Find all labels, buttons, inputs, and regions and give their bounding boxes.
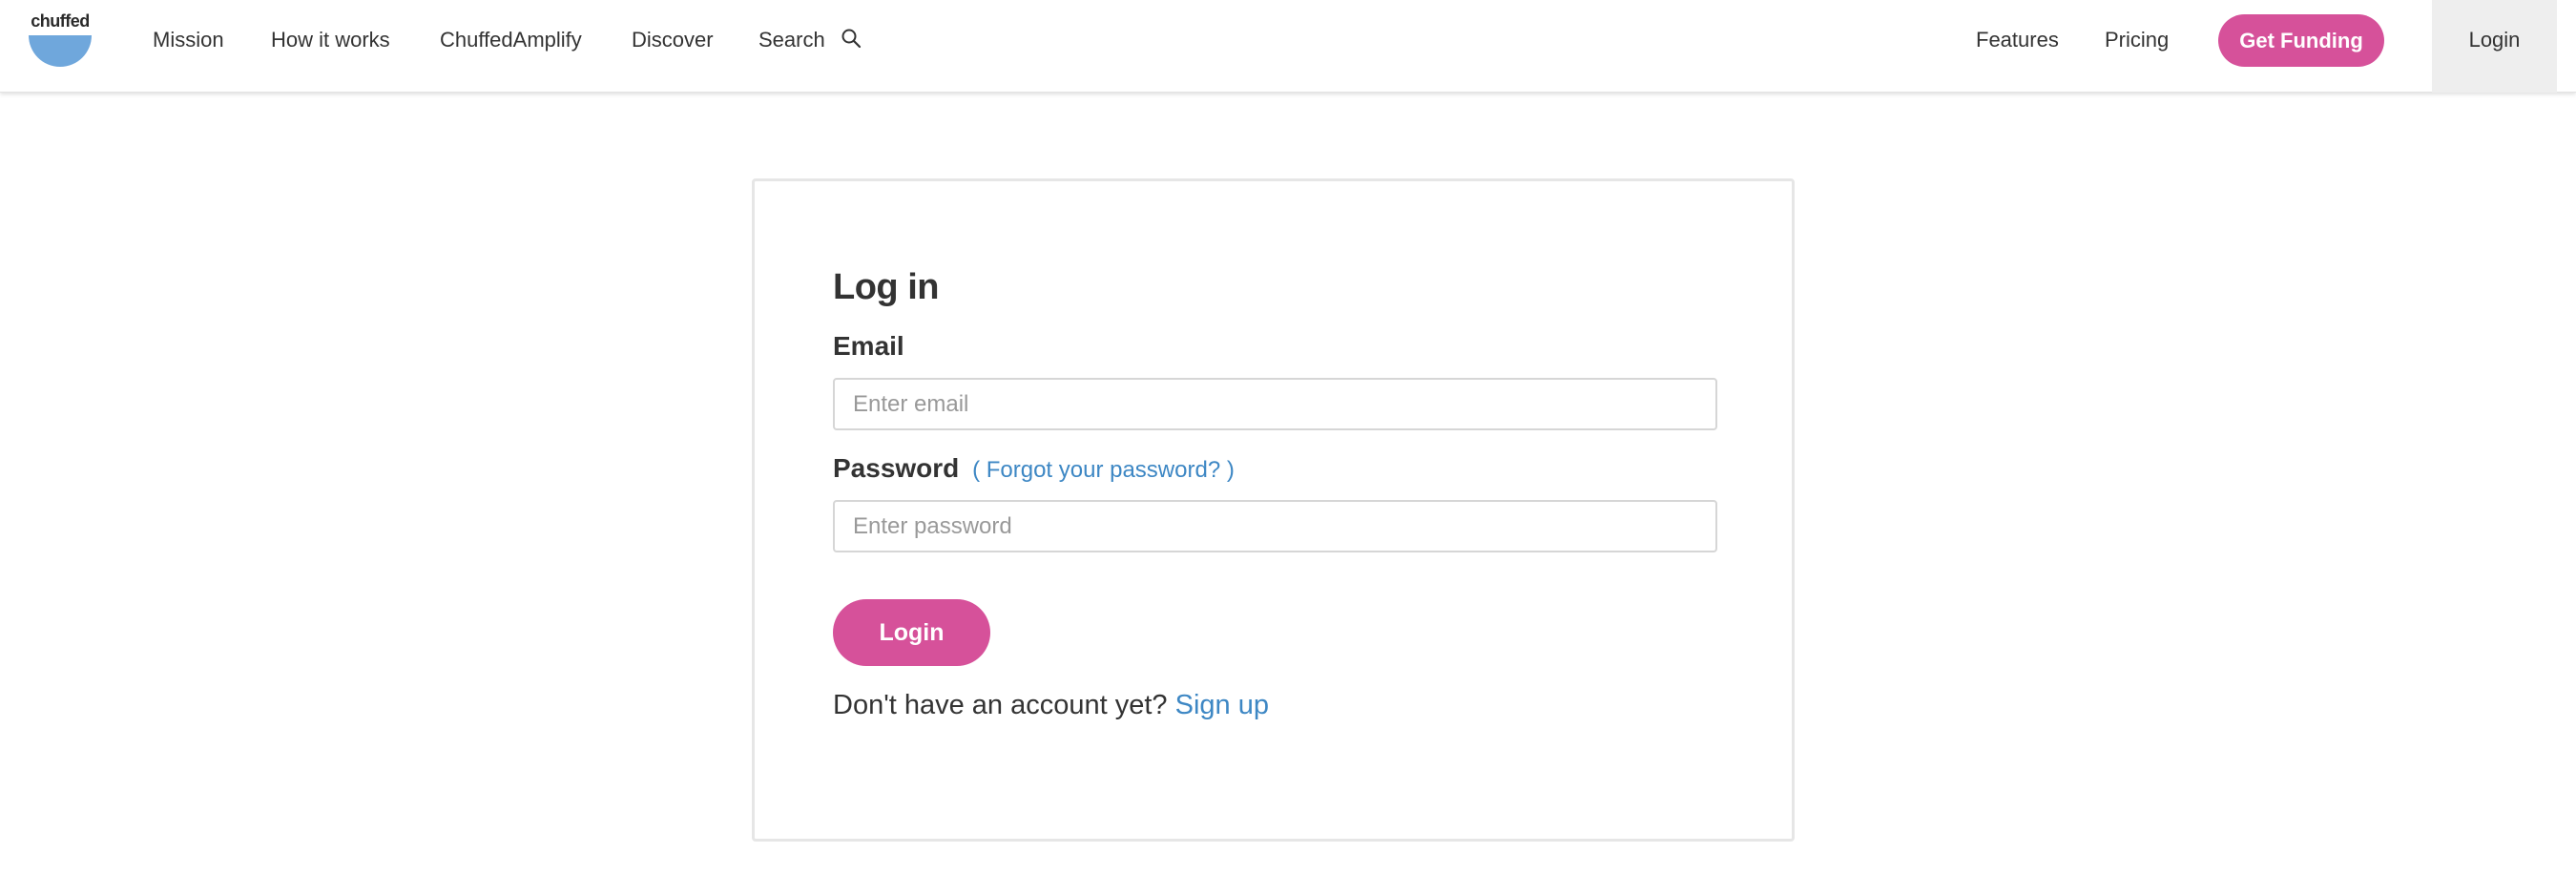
nav-link-pricing[interactable]: Pricing [2105,0,2169,80]
login-card: Log in Email Password ( Forgot your pass… [752,178,1795,842]
login-title: Log in [833,267,939,307]
nav-search-button[interactable]: Search [758,0,862,80]
nav-link-mission[interactable]: Mission [153,0,224,80]
signup-prompt: Don't have an account yet? Sign up [833,690,1269,721]
search-icon [841,29,861,49]
forgot-password-link[interactable]: ( Forgot your password? ) [972,457,1235,483]
nav-link-features[interactable]: Features [1976,0,2059,80]
nav-link-how-it-works[interactable]: How it works [271,0,390,80]
nav-search-label: Search [758,28,825,52]
email-label: Email [833,331,904,361]
logo-wordmark: chuffed [31,11,90,31]
logo-bowl-shape [29,35,92,67]
chuffed-logo[interactable]: chuffed [27,11,93,69]
nav-link-chuffed-amplify[interactable]: ChuffedAmplify [440,0,582,80]
login-submit-button[interactable]: Login [833,599,990,666]
nav-login-tab[interactable]: Login [2432,0,2557,93]
password-label-row: Password ( Forgot your password? ) [833,453,1235,484]
nav-link-discover[interactable]: Discover [632,0,714,80]
get-funding-button[interactable]: Get Funding [2218,14,2384,67]
password-label: Password [833,453,960,483]
signup-link[interactable]: Sign up [1175,690,1269,720]
password-input[interactable] [833,500,1717,552]
top-navbar: chuffed Mission How it works ChuffedAmpl… [0,0,2576,93]
email-input[interactable] [833,378,1717,430]
no-account-text: Don't have an account yet? [833,690,1168,720]
